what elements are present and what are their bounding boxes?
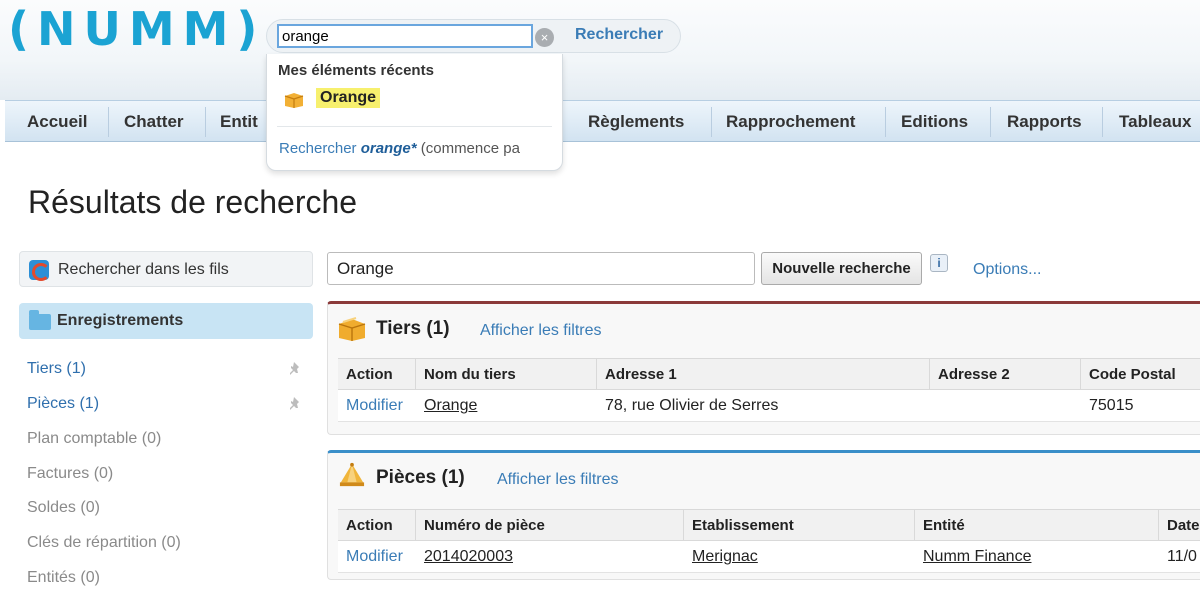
account-box-icon <box>338 317 366 341</box>
dropdown-divider <box>277 126 552 127</box>
records-header-label: Enregistrements <box>57 312 184 329</box>
column-divider <box>596 359 597 391</box>
nav-divider <box>885 107 886 137</box>
numm-logo[interactable]: (NUMM) <box>8 2 265 56</box>
column-divider <box>415 359 416 391</box>
table-header: Action Numéro de pièce Etablissement Ent… <box>338 509 1200 542</box>
tab-tableaux[interactable]: Tableaux <box>1119 112 1191 132</box>
bell-tent-icon <box>339 462 365 487</box>
column-header[interactable]: Adresse 2 <box>938 366 1010 383</box>
new-search-button[interactable]: Nouvelle recherche <box>761 252 922 285</box>
sidebar-item-tiers[interactable]: Tiers (1) <box>27 360 86 378</box>
tab-editions[interactable]: Editions <box>901 112 968 132</box>
column-header[interactable]: Etablissement <box>692 517 794 534</box>
nav-divider <box>108 107 109 137</box>
column-header[interactable]: Numéro de pièce <box>424 517 545 534</box>
page-title: Résultats de recherche <box>28 184 358 220</box>
table-header: Action Nom du tiers Adresse 1 Adresse 2 … <box>338 358 1200 391</box>
column-header[interactable]: Nom du tiers <box>424 366 516 383</box>
info-icon[interactable]: i <box>930 254 948 272</box>
options-link[interactable]: Options... <box>973 261 1041 279</box>
tiers-results-panel: Tiers (1) Afficher les filtres Action No… <box>327 301 1200 435</box>
pin-icon[interactable] <box>288 361 304 377</box>
recent-item-orange[interactable]: Orange <box>281 86 541 112</box>
nav-divider <box>205 107 206 137</box>
column-divider <box>1158 510 1159 542</box>
chatter-icon <box>29 260 50 281</box>
tier-name-link[interactable]: Orange <box>424 397 477 415</box>
clear-search-icon[interactable]: × <box>535 28 554 47</box>
establishment-link[interactable]: Merignac <box>692 548 758 566</box>
recent-items-heading: Mes éléments récents <box>278 62 434 79</box>
sidebar-item-plan-comptable: Plan comptable (0) <box>27 430 162 447</box>
sidebar-item-pieces[interactable]: Pièces (1) <box>27 395 99 413</box>
column-header[interactable]: Entité <box>923 517 965 534</box>
column-divider <box>929 359 930 391</box>
sidebar-item-soldes: Soldes (0) <box>27 499 100 516</box>
tab-entites[interactable]: Entit <box>220 112 258 132</box>
pieces-title: Pièces (1) <box>376 467 465 488</box>
recent-item-label: Orange <box>316 88 381 108</box>
column-divider <box>415 510 416 542</box>
search-feeds-label: Rechercher dans les fils <box>58 261 229 278</box>
column-header[interactable]: Date <box>1167 517 1200 534</box>
tiers-title: Tiers (1) <box>376 318 450 339</box>
piece-number-link[interactable]: 2014020003 <box>424 548 513 566</box>
tab-reglements[interactable]: Règlements <box>588 112 684 132</box>
tab-chatter[interactable]: Chatter <box>124 112 184 132</box>
nav-divider <box>990 107 991 137</box>
table-row: Modifier Orange 78, rue Olivier de Serre… <box>338 390 1200 422</box>
records-section-header[interactable]: Enregistrements <box>19 303 313 339</box>
search-wildcard-link[interactable]: Rechercher orange* (commence pa <box>279 140 520 157</box>
column-divider <box>1080 359 1081 391</box>
sidebar-item-cles-repartition: Clés de répartition (0) <box>27 534 181 551</box>
search-feeds-button[interactable]: Rechercher dans les fils <box>19 251 313 287</box>
pieces-results-panel: Pièces (1) Afficher les filtres Action N… <box>327 450 1200 580</box>
tiers-show-filters-link[interactable]: Afficher les filtres <box>480 322 602 340</box>
search-link-suffix: (commence pa <box>416 140 520 157</box>
results-search-input[interactable] <box>327 252 755 285</box>
column-header[interactable]: Action <box>346 366 393 383</box>
sidebar-item-factures: Factures (0) <box>27 465 114 482</box>
column-divider <box>683 510 684 542</box>
main-nav: Accueil Chatter Entit Règlements Rapproc… <box>5 100 1200 142</box>
pin-icon[interactable] <box>288 396 304 412</box>
tab-rapports[interactable]: Rapports <box>1007 112 1082 132</box>
search-button[interactable]: Rechercher <box>566 22 678 48</box>
column-header[interactable]: Code Postal <box>1089 366 1176 383</box>
column-header[interactable]: Action <box>346 517 393 534</box>
search-link-term: orange* <box>360 140 417 157</box>
nav-divider <box>711 107 712 137</box>
search-link-prefix: Rechercher <box>279 140 361 157</box>
edit-link[interactable]: Modifier <box>346 548 403 566</box>
search-suggestions-dropdown: Mes éléments récents Orange Rechercher o… <box>266 54 563 171</box>
entity-link[interactable]: Numm Finance <box>923 548 1031 566</box>
edit-link[interactable]: Modifier <box>346 397 403 415</box>
date-cell: 11/0 <box>1167 548 1197 565</box>
sidebar-item-entites: Entités (0) <box>27 569 100 586</box>
pieces-show-filters-link[interactable]: Afficher les filtres <box>497 471 619 489</box>
folder-icon <box>29 310 51 330</box>
table-row: Modifier 2014020003 Merignac Numm Financ… <box>338 541 1200 573</box>
tab-rapprochement[interactable]: Rapprochement <box>726 112 855 132</box>
column-divider <box>914 510 915 542</box>
postal-code-cell: 75015 <box>1089 397 1134 414</box>
nav-divider <box>1102 107 1103 137</box>
column-header[interactable]: Adresse 1 <box>605 366 677 383</box>
address1-cell: 78, rue Olivier de Serres <box>605 397 779 414</box>
global-search-input[interactable] <box>277 24 533 48</box>
top-header: (NUMM) × Rechercher <box>0 0 1200 100</box>
account-box-icon <box>284 93 304 108</box>
tab-accueil[interactable]: Accueil <box>27 112 87 132</box>
